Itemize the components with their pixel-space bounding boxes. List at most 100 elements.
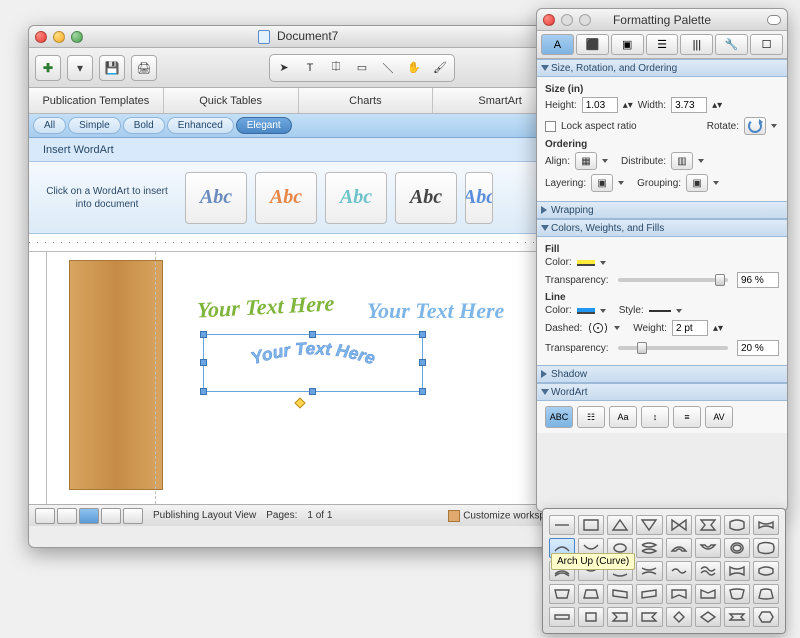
shape-option[interactable] xyxy=(753,515,779,535)
section-colors[interactable]: Colors, Weights, and Fills xyxy=(537,219,787,237)
wordart-shape-button[interactable]: ABC xyxy=(545,406,573,428)
shape-option[interactable] xyxy=(753,561,779,581)
layering-button[interactable]: ▣ xyxy=(591,174,613,192)
shape-option[interactable] xyxy=(695,538,721,558)
palette-tab-scrapbook[interactable]: ▣ xyxy=(611,34,644,55)
shape-option[interactable] xyxy=(724,515,750,535)
shape-option[interactable] xyxy=(724,538,750,558)
print-button[interactable]: 🖨 xyxy=(131,55,157,81)
shape-option[interactable] xyxy=(753,538,779,558)
shape-option[interactable] xyxy=(578,515,604,535)
wordart-style-5[interactable]: Abc xyxy=(465,172,493,224)
resize-handle[interactable] xyxy=(419,331,426,338)
filter-all[interactable]: All xyxy=(33,117,66,134)
wordart-spacing-button[interactable]: AV xyxy=(705,406,733,428)
shape-option[interactable] xyxy=(636,538,662,558)
resize-handle[interactable] xyxy=(200,331,207,338)
pointer-tool[interactable]: ➤ xyxy=(272,57,296,79)
distribute-button[interactable]: ▥ xyxy=(671,152,693,170)
shape-option[interactable] xyxy=(753,607,779,627)
shape-option[interactable] xyxy=(666,515,692,535)
filter-enhanced[interactable]: Enhanced xyxy=(167,117,234,134)
resize-handle[interactable] xyxy=(309,388,316,395)
line-color-menu[interactable] xyxy=(600,307,608,315)
palette-tab-tools[interactable]: 🔧 xyxy=(715,34,748,55)
layering-menu[interactable] xyxy=(618,179,626,187)
wordart-object-1[interactable]: Your Text Here xyxy=(197,290,334,323)
shape-option[interactable] xyxy=(607,515,633,535)
grouping-button[interactable]: ▣ xyxy=(686,174,708,192)
shape-option[interactable] xyxy=(666,538,692,558)
shape-option[interactable] xyxy=(549,515,575,535)
shape-option[interactable] xyxy=(753,584,779,604)
shape-option[interactable] xyxy=(636,515,662,535)
view-notebook[interactable] xyxy=(123,508,143,524)
palette-tab-formatting[interactable]: A xyxy=(541,34,574,55)
rotate-button[interactable] xyxy=(744,117,766,135)
section-wordart[interactable]: WordArt xyxy=(537,383,787,401)
hand-tool[interactable]: ✋ xyxy=(402,57,426,79)
vertical-ruler[interactable] xyxy=(29,252,47,504)
rotation-handle[interactable] xyxy=(294,397,305,408)
view-draft[interactable] xyxy=(35,508,55,524)
view-outline[interactable] xyxy=(57,508,77,524)
shape-option[interactable] xyxy=(636,607,662,627)
text-tool[interactable]: T xyxy=(298,57,322,79)
grouping-menu[interactable] xyxy=(713,179,721,187)
width-stepper[interactable]: ▴▾ xyxy=(712,100,722,111)
distribute-menu[interactable] xyxy=(698,157,706,165)
dashed-swatch[interactable] xyxy=(587,323,609,333)
selection-box[interactable]: Your Text Here xyxy=(203,334,423,392)
lock-aspect-checkbox[interactable] xyxy=(545,121,556,132)
shape-option[interactable] xyxy=(607,607,633,627)
palette-tab-project[interactable]: ☐ xyxy=(750,34,783,55)
height-stepper[interactable]: ▴▾ xyxy=(623,100,633,111)
shape-option[interactable] xyxy=(695,584,721,604)
shape-option[interactable] xyxy=(695,515,721,535)
shape-option[interactable] xyxy=(549,607,575,627)
width-field[interactable] xyxy=(671,97,707,113)
new-button[interactable]: ✚ xyxy=(35,55,61,81)
minimize-icon[interactable] xyxy=(53,31,65,43)
shape-option[interactable] xyxy=(607,584,633,604)
dashed-menu[interactable] xyxy=(614,324,622,332)
height-field[interactable] xyxy=(582,97,618,113)
wordart-edit-button[interactable]: ☷ xyxy=(577,406,605,428)
shape-option[interactable] xyxy=(666,584,692,604)
shape-option[interactable] xyxy=(666,561,692,581)
wordart-same-height-button[interactable]: Aa xyxy=(609,406,637,428)
shape-option[interactable] xyxy=(636,584,662,604)
tab-charts[interactable]: Charts xyxy=(299,88,434,113)
shape-option[interactable] xyxy=(549,584,575,604)
resize-handle[interactable] xyxy=(200,359,207,366)
wordart-style-1[interactable]: Abc xyxy=(185,172,247,224)
shape-option[interactable] xyxy=(578,607,604,627)
resize-handle[interactable] xyxy=(419,388,426,395)
section-shadow[interactable]: Shadow xyxy=(537,365,787,383)
weight-stepper[interactable]: ▴▾ xyxy=(713,323,723,334)
fill-trans-field[interactable] xyxy=(737,272,779,288)
resize-handle[interactable] xyxy=(200,388,207,395)
save-button[interactable]: 💾 xyxy=(99,55,125,81)
filter-simple[interactable]: Simple xyxy=(68,117,121,134)
filter-elegant[interactable]: Elegant xyxy=(236,117,292,134)
vtext-tool[interactable]: ⎅ xyxy=(324,57,348,79)
titlebar[interactable]: Document7 xyxy=(29,26,567,48)
tab-quick-tables[interactable]: Quick Tables xyxy=(164,88,299,113)
line-color-swatch[interactable] xyxy=(577,308,595,314)
close-icon[interactable] xyxy=(35,31,47,43)
palette-tab-reference[interactable]: ☰ xyxy=(646,34,679,55)
wordart-object-2[interactable]: Your Text Here xyxy=(367,298,504,324)
resize-handle[interactable] xyxy=(309,331,316,338)
line-style-swatch[interactable] xyxy=(649,310,671,312)
palette-titlebar[interactable]: Formatting Palette xyxy=(537,9,787,31)
close-icon[interactable] xyxy=(543,14,555,26)
resize-handle[interactable] xyxy=(419,359,426,366)
line-trans-slider[interactable] xyxy=(618,346,728,350)
open-button[interactable]: ▾ xyxy=(67,55,93,81)
wordart-style-4[interactable]: Abc xyxy=(395,172,457,224)
wordart-vertical-button[interactable]: ↕ xyxy=(641,406,669,428)
section-size[interactable]: Size, Rotation, and Ordering xyxy=(537,59,787,77)
shape-option[interactable] xyxy=(724,584,750,604)
shape-option[interactable] xyxy=(666,607,692,627)
